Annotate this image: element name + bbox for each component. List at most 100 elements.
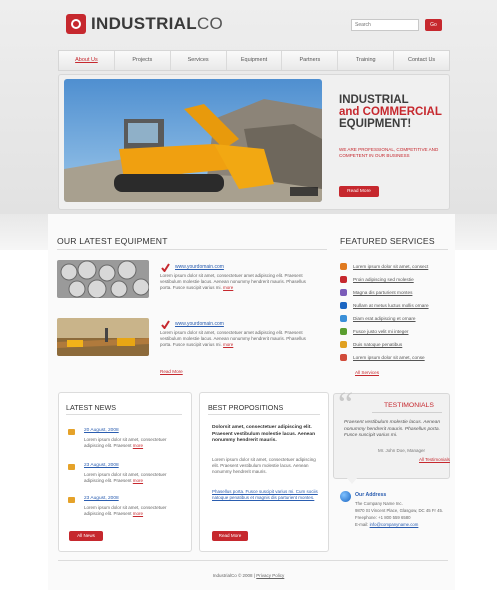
calendar-icon <box>68 497 75 503</box>
checkmark-icon <box>161 263 170 272</box>
service-label: Proin adipiscing sed molestie <box>353 277 414 282</box>
nav-item-contact-us[interactable]: Contact Us <box>394 51 449 70</box>
news-date-link[interactable]: 23 August, 2008 <box>84 463 119 468</box>
search-button[interactable]: Go <box>425 19 442 31</box>
news-box-title: LATEST NEWS <box>66 403 117 412</box>
footer: IndustrialCo © 2008 | Privacy Policy <box>0 573 497 578</box>
footer-separator: | <box>253 573 255 578</box>
testimonial-author: Mr. John Doe, Manager <box>378 448 426 453</box>
divider <box>66 414 182 415</box>
quote-icon: “ <box>338 386 354 423</box>
bulldozer-photo-icon <box>64 79 322 202</box>
all-testimonials-link[interactable]: All Testimonials <box>419 457 450 462</box>
news-text: Lorem ipsum dolor sit amet, consectetuer… <box>84 472 168 484</box>
privacy-policy-link[interactable]: Privacy Policy <box>256 573 284 578</box>
search-input[interactable] <box>351 19 419 31</box>
propositions-bold-text: Dolorsit amet, consectetuer adipiscing e… <box>212 425 316 443</box>
hero-image <box>64 79 322 202</box>
main-nav: About Us Projects Services Equipment Par… <box>58 50 450 71</box>
equipment-read-more-link[interactable]: Read More <box>160 369 183 374</box>
divider <box>340 249 448 250</box>
equipment-more-link[interactable]: more <box>223 342 233 347</box>
service-label: Lorem ipsum dolor sit amet, conse <box>353 355 425 360</box>
news-text: Lorem ipsum dolor sit amet, consectetuer… <box>84 437 168 449</box>
logo-main-text: INDUSTRIAL <box>91 14 197 33</box>
service-label: Fusce justo velit mi integer <box>353 329 409 334</box>
email-link[interactable]: info@companyname.com <box>370 522 419 527</box>
footer-divider <box>58 560 448 561</box>
news-body: Lorem ipsum dolor sit amet, consectetuer… <box>84 505 167 516</box>
document-icon <box>340 354 347 361</box>
address-line: 9870 St Vincent Place, Glasgow, DC 45 Fr… <box>355 508 444 513</box>
pipes-photo-icon <box>57 260 149 298</box>
nav-item-partners[interactable]: Partners <box>282 51 339 70</box>
shield-icon <box>340 289 347 296</box>
construction-photo-icon <box>57 318 149 356</box>
service-item[interactable]: Lorem ipsum dolor sit amet, consect <box>340 262 450 271</box>
tool-icon <box>340 263 347 270</box>
services-section-title: FEATURED SERVICES <box>340 236 435 246</box>
testimonial-quote: Praesent vestibulum molestie lacus. Aene… <box>344 420 441 438</box>
address-title: Our Address <box>355 492 387 498</box>
service-label: Duis natoque penatibus <box>353 342 403 347</box>
bulb-icon <box>340 341 347 348</box>
equipment-image-construction[interactable] <box>57 318 149 356</box>
calendar-icon <box>68 464 75 470</box>
nav-item-training[interactable]: Training <box>338 51 395 70</box>
hero-title-line1: INDUSTRIAL <box>339 94 409 106</box>
hero-title: INDUSTRIAL and COMMERCIAL EQUIPMENT! <box>339 94 447 130</box>
propositions-text: Lorem ipsum dolor sit amet, consectetuer… <box>212 457 316 474</box>
propositions-link[interactable]: Phasellus porta. Fusce suscipit varius m… <box>212 489 318 501</box>
speech-tail <box>346 477 358 484</box>
news-more-link[interactable]: more <box>133 511 143 516</box>
news-body: Lorem ipsum dolor sit amet, consectetuer… <box>84 437 167 448</box>
gear-icon <box>340 276 347 283</box>
equipment-image-pipes[interactable] <box>57 260 149 298</box>
news-date-link[interactable]: 23 August, 2008 <box>84 496 119 501</box>
testimonials-title: TESTIMONIALS <box>384 402 434 409</box>
news-text: Lorem ipsum dolor sit amet, consectetuer… <box>84 505 168 517</box>
propositions-read-more-button[interactable]: Read More <box>212 531 248 541</box>
news-more-link[interactable]: more <box>133 478 143 483</box>
all-news-button[interactable]: All News <box>69 531 103 541</box>
service-label: Lorem ipsum dolor sit amet, consect <box>353 264 429 269</box>
nav-item-services[interactable]: Services <box>171 51 227 70</box>
nav-item-about-us[interactable]: About Us <box>59 51 115 70</box>
equipment-link[interactable]: www.yourdomain.com <box>175 321 224 327</box>
service-item[interactable]: Lorem ipsum dolor sit amet, conse <box>340 353 450 362</box>
service-item[interactable]: Proin adipiscing sed molestie <box>340 275 450 284</box>
service-item[interactable]: Magna dis parturient montes <box>340 288 450 297</box>
leaf-icon <box>340 328 347 335</box>
monitor-icon <box>340 315 347 322</box>
news-date-link[interactable]: 20 August, 2008 <box>84 428 119 433</box>
hero-subtitle: WE ARE PROFESSIONAL, COMPETITIVE AND COM… <box>339 147 439 158</box>
logo-icon[interactable] <box>66 14 86 34</box>
nav-item-projects[interactable]: Projects <box>115 51 171 70</box>
logo-suffix-text: CO <box>196 14 224 33</box>
nav-item-equipment[interactable]: Equipment <box>227 51 283 70</box>
service-item[interactable]: Nullam at metus luctus mollis ornare <box>340 301 450 310</box>
equipment-more-link[interactable]: more <box>223 285 233 290</box>
address-line: Freephone: +1 800 559 6580 <box>355 515 411 520</box>
equipment-description: Lorem ipsum dolor sit amet, consectetuer… <box>160 330 318 348</box>
copyright-text: IndustrialCo © 2008 <box>212 573 253 578</box>
divider <box>372 412 442 413</box>
truck-icon <box>340 302 347 309</box>
divider <box>208 414 320 415</box>
divider <box>57 249 327 250</box>
email-label: E-mail: <box>355 522 370 527</box>
propositions-box-title: BEST PROPOSITIONS <box>208 403 284 412</box>
service-item[interactable]: Diam erat adipiscing et ornare <box>340 314 450 323</box>
address-line: The Company Name Inc. <box>355 501 403 506</box>
hero-read-more-button[interactable]: Read More <box>339 186 379 197</box>
news-more-link[interactable]: more <box>133 443 143 448</box>
hero-title-line3: EQUIPMENT! <box>339 118 412 130</box>
service-item[interactable]: Duis natoque penatibus <box>340 340 450 349</box>
news-body: Lorem ipsum dolor sit amet, consectetuer… <box>84 472 167 483</box>
equipment-description: Lorem ipsum dolor sit amet, consectetuer… <box>160 273 318 291</box>
equipment-link[interactable]: www.yourdomain.com <box>175 264 224 270</box>
service-item[interactable]: Fusce justo velit mi integer <box>340 327 450 336</box>
all-services-link[interactable]: All Services <box>355 370 379 375</box>
site-logo[interactable]: INDUSTRIALCO <box>91 14 223 34</box>
service-label: Diam erat adipiscing et ornare <box>353 316 416 321</box>
